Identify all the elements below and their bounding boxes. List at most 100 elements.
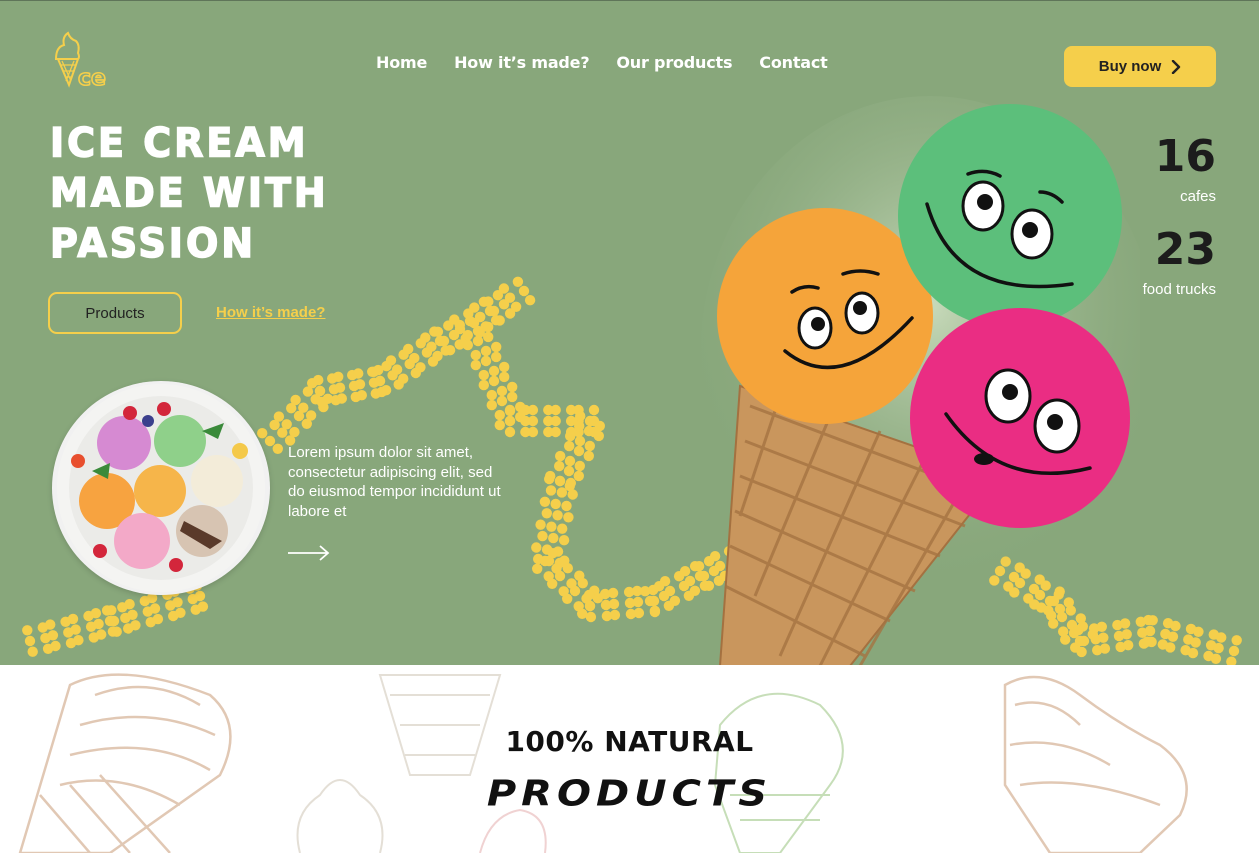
decor-dot bbox=[478, 379, 489, 391]
decor-dot bbox=[65, 637, 77, 649]
decor-dot bbox=[63, 627, 74, 638]
decor-dot bbox=[350, 391, 361, 403]
decor-dot bbox=[494, 315, 505, 326]
stat-cafes: 16 cafes bbox=[1155, 134, 1216, 206]
decor-dot bbox=[504, 415, 516, 427]
decor-dot bbox=[381, 360, 392, 372]
how-its-made-link[interactable]: How it’s made? bbox=[216, 304, 325, 321]
decor-dot bbox=[1165, 642, 1176, 653]
decor-dot bbox=[562, 563, 573, 574]
decor-dot bbox=[558, 535, 570, 546]
decor-dot bbox=[490, 315, 502, 326]
decor-dot bbox=[543, 415, 554, 427]
decor-dot bbox=[1144, 625, 1156, 637]
decor-dot bbox=[491, 351, 502, 363]
decor-dot bbox=[567, 489, 578, 500]
decor-dot bbox=[507, 381, 518, 393]
decor-dot bbox=[683, 590, 695, 601]
decor-dot bbox=[563, 465, 575, 477]
site-logo[interactable]: ce bbox=[50, 29, 110, 92]
decor-dot bbox=[573, 445, 585, 457]
decor-dot bbox=[197, 601, 209, 612]
decor-dot bbox=[594, 420, 605, 432]
decor-dot bbox=[507, 391, 518, 403]
decor-dot bbox=[1147, 615, 1158, 626]
decor-dot bbox=[552, 546, 564, 557]
nav-our-products[interactable]: Our products bbox=[616, 53, 732, 72]
decor-dot bbox=[286, 403, 297, 414]
nav-home[interactable]: Home bbox=[376, 53, 427, 72]
decor-dot bbox=[532, 563, 543, 574]
decor-dot bbox=[96, 629, 107, 640]
decor-dot bbox=[515, 411, 526, 423]
decor-dot bbox=[1213, 642, 1224, 654]
decor-dot bbox=[541, 544, 553, 555]
decor-dot bbox=[573, 470, 584, 482]
decor-dot bbox=[333, 371, 344, 382]
decor-dot bbox=[1216, 632, 1227, 643]
decor-dot bbox=[601, 610, 613, 622]
decor-dot bbox=[374, 375, 386, 387]
decor-dot bbox=[504, 405, 516, 417]
decor-dot bbox=[499, 371, 510, 383]
decor-dot bbox=[524, 295, 536, 306]
decor-dot bbox=[584, 415, 596, 427]
decor-dot bbox=[373, 364, 384, 376]
nav-how-its-made[interactable]: How it’s made? bbox=[454, 53, 589, 72]
decor-dot bbox=[583, 589, 595, 601]
decor-dot bbox=[334, 382, 346, 393]
decor-dot bbox=[353, 368, 364, 379]
decor-dot bbox=[438, 335, 450, 347]
arrow-right-icon[interactable] bbox=[288, 545, 330, 561]
decor-dot bbox=[463, 308, 474, 319]
decor-dot bbox=[385, 355, 397, 366]
decor-dot bbox=[498, 299, 510, 310]
decor-dot bbox=[588, 426, 600, 438]
decor-dot bbox=[562, 593, 573, 604]
decor-dot bbox=[488, 305, 500, 317]
decor-dot bbox=[90, 608, 102, 619]
stat-cafes-label: cafes bbox=[1180, 188, 1216, 205]
decor-dot bbox=[440, 345, 451, 356]
decor-dot bbox=[504, 426, 516, 438]
decor-dot bbox=[139, 595, 150, 607]
decor-dot bbox=[347, 369, 358, 381]
decor-dot bbox=[624, 597, 636, 609]
decor-dot bbox=[127, 609, 138, 620]
decor-dot bbox=[541, 508, 552, 519]
decor-dot bbox=[539, 555, 551, 567]
hero-title-line-2: MADE WITH bbox=[49, 169, 329, 217]
decor-dot bbox=[486, 389, 497, 401]
decor-dot bbox=[515, 401, 526, 413]
decor-dot bbox=[420, 332, 431, 343]
decor-dot bbox=[45, 619, 56, 630]
decor-dot bbox=[555, 450, 566, 462]
nav-contact[interactable]: Contact bbox=[759, 53, 828, 72]
decor-dot bbox=[644, 595, 656, 607]
decor-dot bbox=[427, 356, 439, 367]
buy-now-button[interactable]: Buy now bbox=[1064, 46, 1216, 87]
decor-dot bbox=[573, 426, 584, 438]
decor-dot bbox=[684, 575, 696, 587]
decor-dot bbox=[152, 613, 164, 625]
decor-dot bbox=[368, 377, 380, 388]
decor-dot bbox=[273, 411, 285, 422]
hero-section: ce Home How it’s made? Our products Cont… bbox=[0, 0, 1259, 666]
decor-dot bbox=[307, 378, 318, 389]
decor-dot bbox=[106, 605, 117, 616]
decor-dot bbox=[593, 430, 604, 442]
decor-dot bbox=[130, 620, 141, 631]
decor-dot bbox=[520, 404, 531, 416]
decor-dot bbox=[469, 302, 480, 313]
decor-dot bbox=[40, 632, 51, 644]
products-button[interactable]: Products bbox=[48, 292, 182, 334]
decor-dot bbox=[1162, 618, 1174, 629]
decor-dot bbox=[1160, 628, 1171, 640]
decor-dot bbox=[73, 635, 84, 646]
decor-dot bbox=[398, 373, 409, 384]
decor-dot bbox=[520, 415, 531, 427]
decor-dot bbox=[599, 588, 611, 600]
decor-dot bbox=[583, 425, 595, 437]
decor-dot bbox=[391, 364, 403, 375]
decor-dot bbox=[658, 590, 670, 602]
